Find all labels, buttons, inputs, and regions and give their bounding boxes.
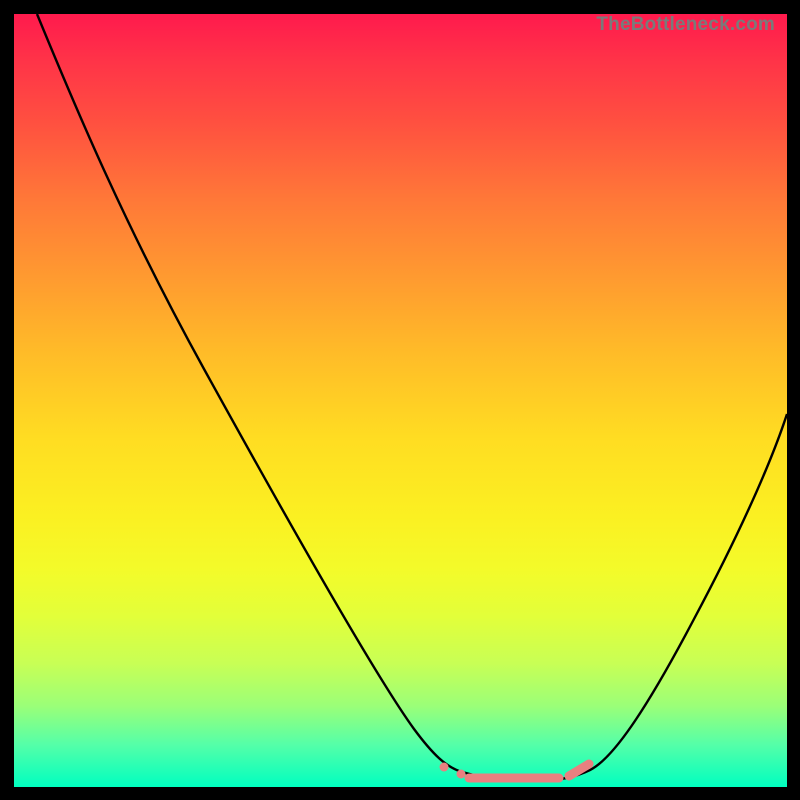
plot-area: TheBottleneck.com bbox=[14, 14, 787, 787]
watermark-text: TheBottleneck.com bbox=[596, 14, 775, 36]
curve-path bbox=[37, 14, 787, 781]
flat-marker-group bbox=[440, 763, 590, 779]
chart-svg bbox=[14, 14, 787, 787]
